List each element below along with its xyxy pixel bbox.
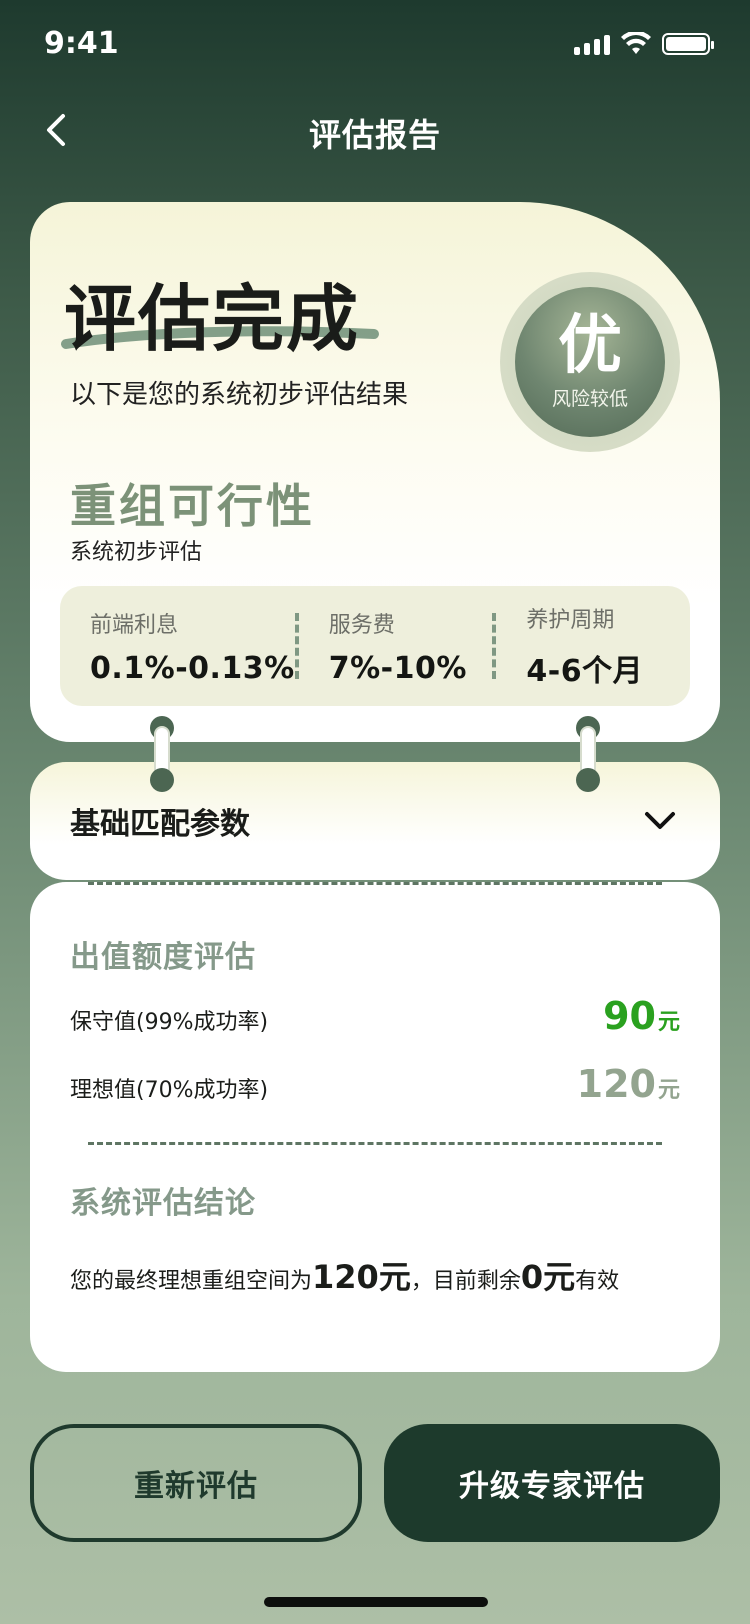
metric-value: 7%-10% <box>328 650 467 686</box>
grade-label: 风险较低 <box>551 387 628 410</box>
dashed-divider <box>88 882 662 885</box>
accordion-title: 基础匹配参数 <box>70 807 250 842</box>
feasibility-title: 重组可行性 <box>70 479 315 533</box>
connector-dot <box>150 768 174 792</box>
grade-letter: 优 <box>558 308 622 383</box>
value-number: 90 <box>603 994 656 1038</box>
card-connector-left <box>150 716 174 792</box>
metric-maintenance-period: 养护周期 4-6个月 <box>496 602 690 690</box>
row-label: 保守值(99%成功率) <box>70 1010 269 1035</box>
row-label: 理想值(70%成功率) <box>70 1078 269 1103</box>
home-indicator <box>264 1597 488 1607</box>
metric-value: 0.1%-0.13% <box>90 650 295 686</box>
conservative-value-row: 保守值(99%成功率) 90元 <box>70 994 680 1038</box>
conclusion-amount: 120元 <box>312 1258 411 1296</box>
ideal-value: 120元 <box>577 1062 680 1106</box>
value-unit: 元 <box>657 1078 680 1103</box>
re-evaluate-button[interactable]: 重新评估 <box>30 1424 362 1542</box>
quota-section-title: 出值额度评估 <box>70 940 256 975</box>
wifi-icon <box>621 32 651 54</box>
hero-subtitle: 以下是您的系统初步评估结果 <box>70 380 409 410</box>
signal-icon <box>574 33 610 55</box>
conclusion-text: 您的最终理想重组空间为120元，目前剩余0元有效 <box>70 1252 619 1298</box>
conservative-value: 90元 <box>603 994 680 1038</box>
grade-circle: 优 风险较低 <box>515 287 665 437</box>
conclusion-part: 您的最终理想重组空间为 <box>70 1269 313 1294</box>
value-number: 120 <box>576 1062 656 1106</box>
metric-label: 养护周期 <box>526 608 615 633</box>
metric-front-interest: 前端利息 0.1%-0.13% <box>60 607 295 686</box>
chevron-down-icon[interactable] <box>640 801 680 841</box>
conclusion-part: 有效 <box>575 1269 620 1294</box>
basic-params-accordion[interactable]: 基础匹配参数 <box>30 762 720 880</box>
dashed-divider <box>88 1142 662 1145</box>
metric-value: 4-6个月 <box>526 654 644 689</box>
metric-service-fee: 服务费 7%-10% <box>299 607 493 686</box>
app-screen: 9:41 评估报告 评估完成 以下是您的系统初步评估结果 优 风险较低 重组可行… <box>0 0 750 1624</box>
page-title: 评估报告 <box>308 116 441 154</box>
value-unit: 元 <box>657 1010 680 1035</box>
ideal-value-row: 理想值(70%成功率) 120元 <box>70 1062 680 1106</box>
feasibility-subtitle: 系统初步评估 <box>70 540 203 565</box>
battery-icon <box>662 33 714 55</box>
evaluation-details-card: 出值额度评估 保守值(99%成功率) 90元 理想值(70%成功率) 120元 … <box>30 882 720 1372</box>
card-connector-right <box>576 716 600 792</box>
connector-dot <box>576 768 600 792</box>
metrics-panel: 前端利息 0.1%-0.13% 服务费 7%-10% 养护周期 4-6个月 <box>60 586 690 706</box>
assessment-summary-card: 评估完成 以下是您的系统初步评估结果 优 风险较低 重组可行性 系统初步评估 前… <box>30 202 720 742</box>
conclusion-section-title: 系统评估结论 <box>70 1186 256 1221</box>
metric-label: 前端利息 <box>90 612 179 638</box>
hero-title: 评估完成 <box>64 277 361 361</box>
grade-badge: 优 风险较低 <box>500 272 680 452</box>
status-icons <box>574 32 714 56</box>
metric-label: 服务费 <box>328 612 395 638</box>
upgrade-expert-button[interactable]: 升级专家评估 <box>384 1424 720 1542</box>
conclusion-amount: 0元 <box>520 1258 576 1296</box>
status-time: 9:41 <box>44 26 119 61</box>
conclusion-part: ，目前剩余 <box>410 1269 521 1294</box>
